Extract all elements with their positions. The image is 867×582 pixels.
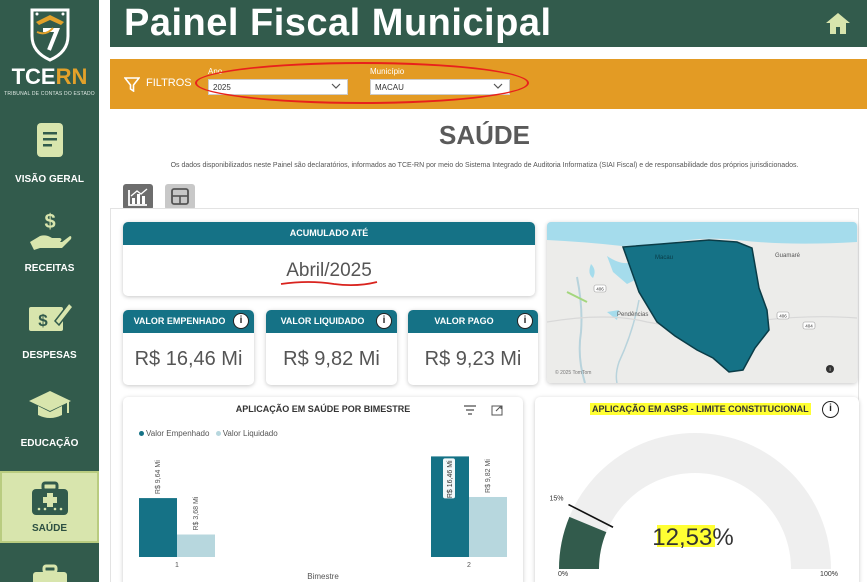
x-tick-label: 2 (467, 562, 471, 569)
gauge-value-label: 12,53% (652, 524, 733, 551)
info-icon[interactable]: i (233, 313, 249, 329)
page-title: SAÚDE (438, 120, 530, 150)
accumulated-header: ACUMULADO ATÉ (123, 222, 535, 245)
bar-chart-icon (128, 188, 148, 206)
bar-liquidado-1[interactable] (177, 534, 215, 557)
page-header-title: Painel Fiscal Municipal (124, 2, 552, 44)
graduation-cap-icon (28, 391, 71, 418)
document-icon (36, 123, 63, 157)
filter-icon (124, 77, 140, 92)
hand-dollar-icon: $ (29, 211, 71, 250)
kpi-card-liquidado: VALOR LIQUIDADO i R$ 9,82 Mi (266, 310, 397, 385)
map-attribution: © 2025 TomTom (555, 369, 591, 376)
disclaimer-note: Os dados disponibilizados neste Painel s… (170, 162, 799, 169)
map-label-guamare: Guamaré (775, 253, 801, 259)
sidebar-item-saude[interactable]: SAÚDE (0, 471, 99, 543)
map-label-pendencias: Pendências (617, 312, 648, 318)
bar-data-label: R$ 16,46 Mi (447, 460, 454, 498)
shield-logo-icon (30, 8, 69, 62)
info-icon[interactable]: i (517, 313, 533, 329)
kpi-value: R$ 9,82 Mi (283, 348, 380, 370)
map-label-macau: Macau (655, 255, 673, 261)
bar-chart-canvas: R$ 9,64 Mi R$ 3,68 Mi 1 R$ 16,46 Mi R$ 9,82 … (139, 456, 507, 581)
gauge-target-label: 15% (549, 496, 563, 503)
gauge-min-label: 0% (558, 571, 568, 578)
bar-empenhado-1[interactable] (139, 498, 177, 557)
info-icon[interactable]: i (376, 313, 392, 329)
asps-gauge-card: APLICAÇÃO EM ASPS - LIMITE CONSTITUCIONA… (535, 397, 859, 582)
header-bar: Painel Fiscal Municipal (110, 0, 867, 47)
logo-wordmark: TCERN (0, 64, 99, 90)
bar-data-label: R$ 9,82 Mi (485, 459, 492, 493)
x-tick-label: 1 (175, 562, 179, 569)
tce-logo[interactable]: TCERN TRIBUNAL DE CONTAS DO ESTADO (0, 6, 99, 106)
sidebar: TCERN TRIBUNAL DE CONTAS DO ESTADO VISÃO… (0, 0, 99, 582)
sidebar-item-educacao[interactable]: EDUCAÇÃO (0, 377, 99, 459)
logo-main: TCE (11, 64, 56, 89)
map-road-2: 406 (779, 314, 787, 319)
kpi-value: R$ 16,46 Mi (134, 348, 243, 370)
chart-view-button[interactable] (123, 184, 153, 210)
briefcase-icon (32, 564, 67, 582)
gauge-max-label: 100% (820, 571, 838, 578)
sidebar-item-visao-geral[interactable]: VISÃO GERAL (0, 113, 99, 195)
map-road-3: 404 (805, 324, 813, 329)
svg-text:$: $ (44, 211, 55, 233)
municipality-map[interactable]: Macau Guamaré Pendências 406 406 404 © 2… (547, 222, 857, 383)
table-view-button[interactable] (165, 184, 195, 210)
filters-label: FILTROS (146, 77, 192, 89)
bar-liquidado-2[interactable] (469, 496, 507, 557)
sidebar-item-receitas[interactable]: $ RECEITAS (0, 202, 99, 284)
kpi-card-pago: VALOR PAGO i R$ 9,23 Mi (408, 310, 538, 385)
home-icon[interactable] (825, 11, 851, 35)
logo-subtitle: TRIBUNAL DE CONTAS DO ESTADO (4, 91, 95, 97)
logo-accent: RN (55, 64, 88, 89)
gauge-canvas: 15% 12,53% 0% 100% (549, 432, 838, 578)
x-axis-label: Bimestre (307, 572, 339, 581)
accumulated-card: ACUMULADO ATÉ Abril/2025 (123, 222, 535, 296)
bar-data-label: R$ 3,68 Mi (193, 496, 200, 530)
sidebar-item-next[interactable] (0, 558, 99, 582)
map-canvas: Macau Guamaré Pendências 406 406 404 © 2… (547, 222, 857, 383)
sidebar-item-label: RECEITAS (24, 263, 75, 274)
sidebar-item-despesas[interactable]: $ DESPESAS (0, 289, 99, 371)
sidebar-item-label: DESPESAS (22, 350, 77, 361)
bill-icon: $ (28, 301, 74, 331)
svg-text:i: i (829, 367, 830, 373)
sidebar-item-label: SAÚDE (31, 523, 67, 534)
kpi-value: R$ 9,23 Mi (424, 348, 522, 370)
app-root: TCERN TRIBUNAL DE CONTAS DO ESTADO VISÃO… (0, 0, 867, 582)
svg-text:$: $ (38, 311, 48, 330)
table-icon (171, 188, 189, 205)
red-underline-annotation (280, 281, 378, 287)
map-road-1: 406 (596, 287, 604, 292)
medical-kit-icon (31, 481, 68, 515)
sidebar-item-label: EDUCAÇÃO (20, 438, 79, 449)
kpi-card-empenhado: VALOR EMPENHADO i R$ 16,46 Mi (123, 310, 254, 385)
bimestre-chart-card: APLICAÇÃO EM SAÚDE POR BIMESTRE Valor Em… (123, 397, 523, 582)
sidebar-item-label: VISÃO GERAL (15, 174, 84, 185)
red-annotation-circle (195, 62, 529, 104)
bar-data-label: R$ 9,64 Mi (155, 460, 162, 494)
